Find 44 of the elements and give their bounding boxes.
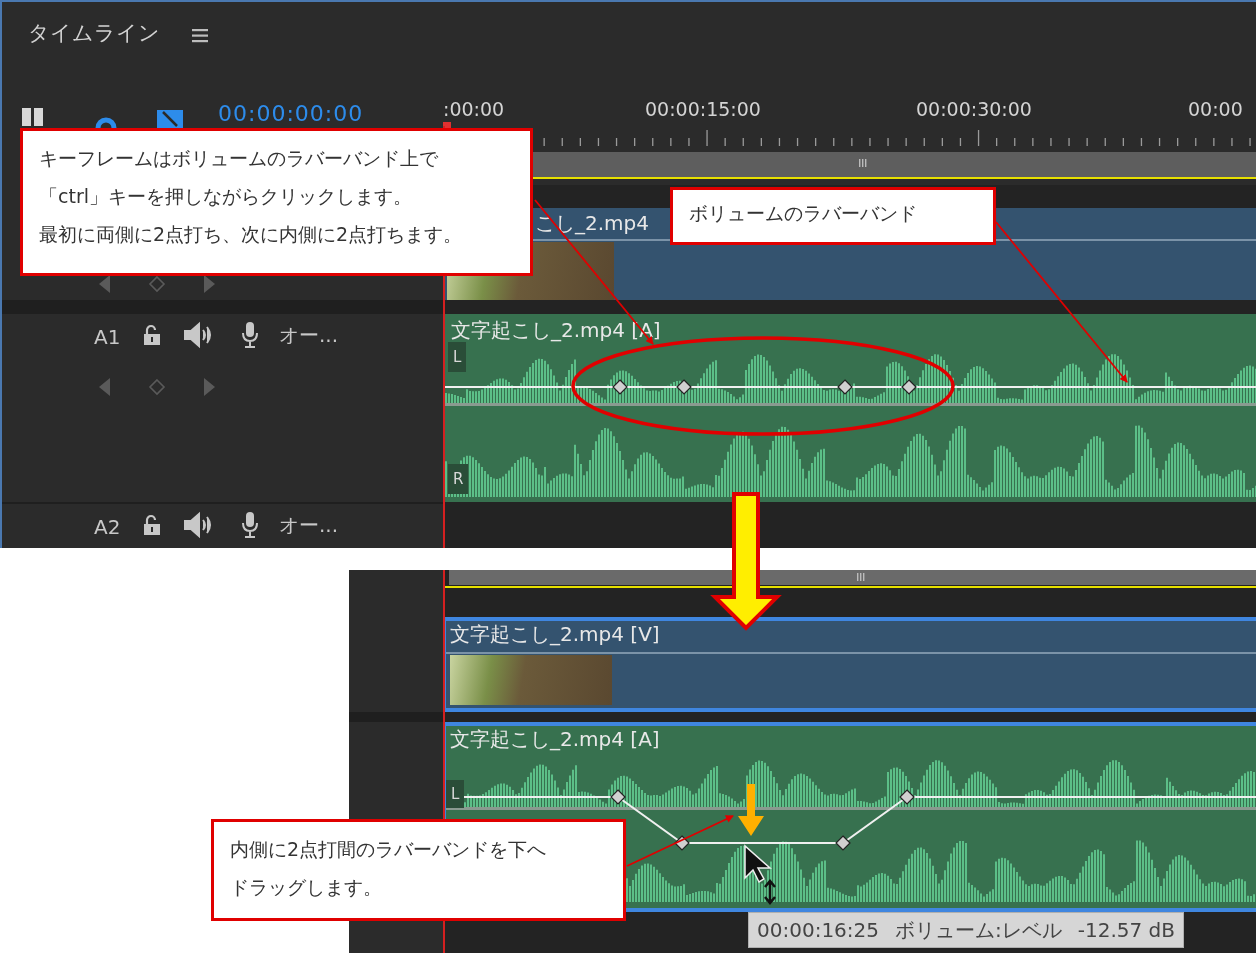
microphone-icon[interactable] <box>241 512 259 538</box>
panel-title: タイムライン <box>28 20 160 47</box>
keyframe-marker <box>612 379 628 395</box>
snap-icon[interactable] <box>22 108 44 126</box>
channel-label: L <box>448 342 467 372</box>
track-name[interactable]: オー... <box>279 320 339 350</box>
menu-icon[interactable] <box>192 29 208 43</box>
keyframe-marker <box>676 379 692 395</box>
clip-title: 文字起こし_2.mp4 [V] <box>450 621 660 648</box>
keyframe-marker <box>835 835 851 851</box>
keyframe-marker <box>674 835 690 851</box>
ruler-label: 00:00:30:00 <box>916 97 1032 122</box>
ruler-label: 00:00 <box>1188 97 1243 122</box>
keyframe-marker <box>901 379 917 395</box>
microphone-icon[interactable] <box>241 322 259 348</box>
lock-icon[interactable] <box>143 515 161 535</box>
track-label[interactable]: A2 <box>94 512 121 542</box>
callout-text: 内側に2点打間のラバーバンドを下へ ドラッグします。 <box>230 837 548 900</box>
ruler-label: 00:00:15:00 <box>645 97 761 122</box>
channel-label: R <box>448 464 469 494</box>
tooltip-timecode: 00:00:16:25 <box>757 918 879 942</box>
down-arrow-icon <box>738 784 764 836</box>
keyframe-marker <box>610 789 626 805</box>
tooltip-parameter: ボリューム:レベル <box>895 918 1062 942</box>
callout-text: ボリュームのラバーバンド <box>689 201 918 226</box>
keyframe-marker <box>837 379 853 395</box>
pointer-cursor-icon <box>743 844 777 906</box>
previous-keyframe-icon[interactable] <box>99 275 111 293</box>
callout-text: キーフレームはボリュームのラバーバンド上で 「ctrl」キーを押しながらクリックします。 最初に両側に2点打ち、次に内側に2点打ちます。 <box>39 146 464 247</box>
marker-icon[interactable] <box>157 108 183 128</box>
channel-label: L <box>446 780 465 808</box>
keyframe-marker <box>899 789 915 805</box>
grip-icon <box>859 159 867 167</box>
down-arrow-icon <box>710 492 782 631</box>
next-keyframe-icon[interactable] <box>203 275 215 293</box>
tooltip-value: -12.57 dB <box>1077 918 1175 942</box>
ruler-label: :00:00 <box>443 97 505 122</box>
grip-icon <box>857 573 865 581</box>
clip-title: こし_2.mp4 <box>535 210 649 237</box>
lock-icon[interactable] <box>143 325 161 345</box>
track-name[interactable]: オー... <box>279 510 339 540</box>
clip-title: 文字起こし_2.mp4 [A] <box>450 726 660 753</box>
timecode-display[interactable]: 00:00:00:00 <box>218 103 364 125</box>
track-label[interactable]: A1 <box>94 322 121 352</box>
